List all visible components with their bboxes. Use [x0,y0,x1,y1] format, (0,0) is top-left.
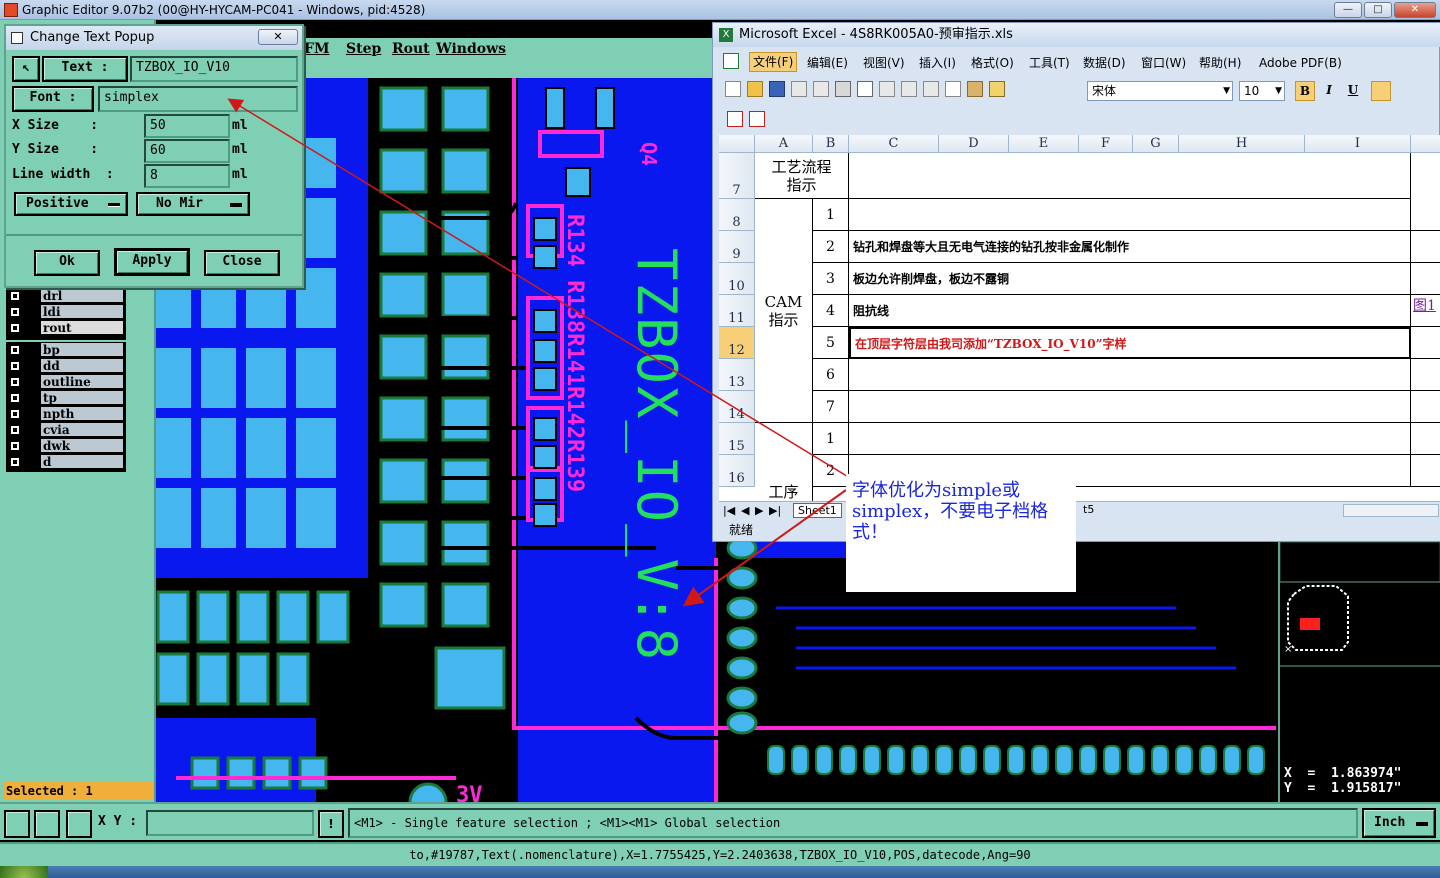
svg-text:×: × [1284,644,1292,655]
option-menu-icon [1416,822,1428,826]
grid-snap-icon[interactable] [66,810,92,838]
start-button[interactable] [0,866,48,878]
selection-hint: <M1> - Single feature selection ; <M1><M… [348,808,1358,838]
bottom-toolbar: X Y : ! <M1> - Single feature selection … [0,802,1440,840]
units-select[interactable]: Inch [1362,808,1436,838]
pan-tool-icon[interactable] [4,810,30,838]
xy-input[interactable] [146,810,314,836]
alert-icon[interactable]: ! [318,810,344,838]
units-value: Inch [1374,815,1406,830]
feature-status-line: to,#19787,Text(.nomenclature),X=1.775542… [0,842,1440,866]
cursor-coordinates: X = 1.863974" Y = 1.915817" [1278,758,1440,802]
annotation-arrow-to-text [682,489,847,607]
xy-label: X Y : [98,814,138,829]
windows-taskbar [0,866,1440,878]
annotation-callout: 字体优化为simple或simplex，不要电子档格式！ [846,474,1076,592]
measure-tool-icon[interactable] [34,810,60,838]
annotation-arrows [227,98,851,607]
coord-y: Y = 1.915817" [1284,781,1402,796]
board-overview[interactable]: × [1278,541,1440,758]
annotation-arrow-to-font [227,98,851,479]
overview-map: × [1279,541,1440,667]
coord-x: X = 1.863974" [1284,766,1402,781]
